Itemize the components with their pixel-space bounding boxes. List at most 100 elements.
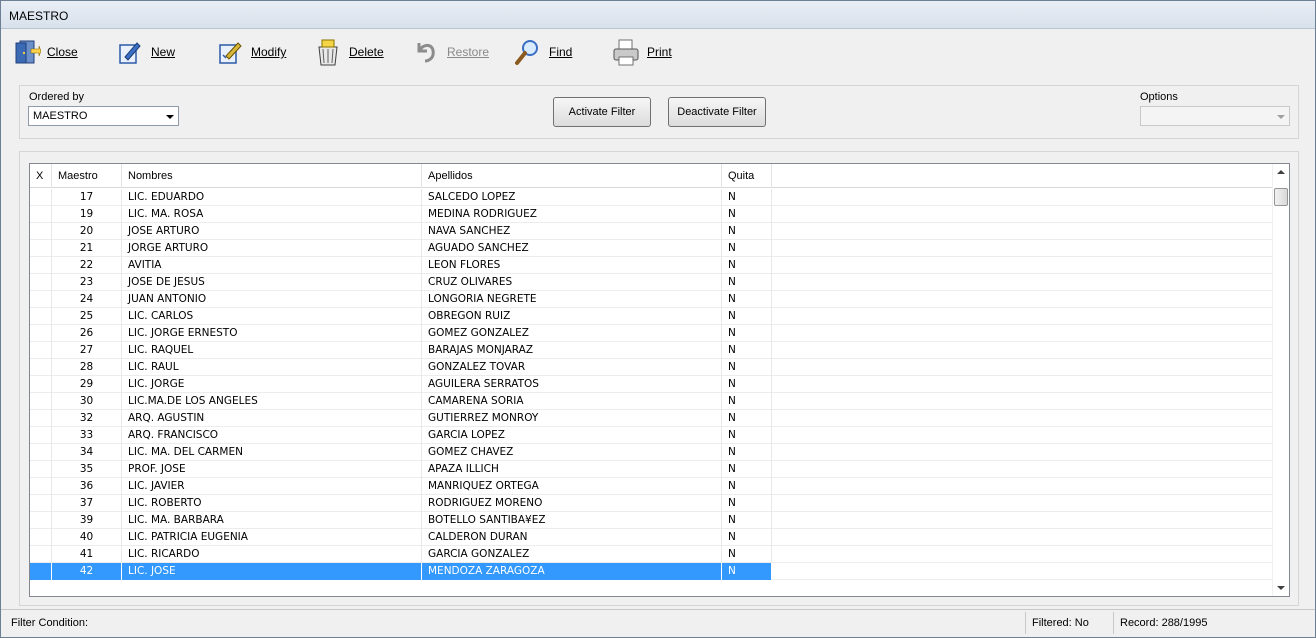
cell-apellidos[interactable]: CALDERON DURAN (422, 529, 722, 546)
cell-quita[interactable]: N (722, 308, 772, 325)
cell-maestro[interactable]: 32 (52, 410, 122, 427)
cell-quita[interactable]: N (722, 359, 772, 376)
cell-nombres[interactable]: LIC. JOSE (122, 563, 422, 580)
row-selector[interactable] (30, 444, 52, 461)
table-row[interactable]: 27 LIC. RAQUEL BARAJAS MONJARAZ N (30, 342, 1274, 359)
cell-apellidos[interactable]: GOMEZ CHAVEZ (422, 444, 722, 461)
column-header-quita[interactable]: Quita (722, 164, 772, 188)
row-selector[interactable] (30, 410, 52, 427)
row-selector[interactable] (30, 461, 52, 478)
table-row[interactable]: 32 ARQ. AGUSTIN GUTIERREZ MONROY N (30, 410, 1274, 427)
cell-quita[interactable]: N (722, 325, 772, 342)
cell-maestro[interactable]: 33 (52, 427, 122, 444)
ordered-by-select[interactable]: MAESTRO (28, 106, 179, 126)
cell-apellidos[interactable]: GARCIA GONZALEZ (422, 546, 722, 563)
cell-maestro[interactable]: 35 (52, 461, 122, 478)
row-selector[interactable] (30, 223, 52, 240)
row-selector[interactable] (30, 342, 52, 359)
table-row[interactable]: 17 LIC. EDUARDO SALCEDO LOPEZ N (30, 189, 1274, 206)
row-selector[interactable] (30, 325, 52, 342)
table-row[interactable]: 24 JUAN ANTONIO LONGORIA NEGRETE N (30, 291, 1274, 308)
cell-maestro[interactable]: 42 (52, 563, 122, 580)
row-selector[interactable] (30, 495, 52, 512)
cell-apellidos[interactable]: GARCIA LOPEZ (422, 427, 722, 444)
cell-quita[interactable]: N (722, 563, 772, 580)
cell-nombres[interactable]: LIC.MA.DE LOS ANGELES (122, 393, 422, 410)
scroll-down-arrow-icon[interactable] (1277, 586, 1285, 590)
cell-nombres[interactable]: LIC. MA. BARBARA (122, 512, 422, 529)
cell-quita[interactable]: N (722, 257, 772, 274)
table-row[interactable]: 33 ARQ. FRANCISCO GARCIA LOPEZ N (30, 427, 1274, 444)
cell-quita[interactable]: N (722, 427, 772, 444)
cell-nombres[interactable]: LIC. EDUARDO (122, 189, 422, 206)
cell-nombres[interactable]: LIC. PATRICIA EUGENIA (122, 529, 422, 546)
cell-apellidos[interactable]: SALCEDO LOPEZ (422, 189, 722, 206)
table-row[interactable]: 26 LIC. JORGE ERNESTO GOMEZ GONZALEZ N (30, 325, 1274, 342)
cell-quita[interactable]: N (722, 529, 772, 546)
table-row[interactable]: 40 LIC. PATRICIA EUGENIA CALDERON DURAN N (30, 529, 1274, 546)
cell-nombres[interactable]: LIC. RICARDO (122, 546, 422, 563)
cell-apellidos[interactable]: BOTELLO SANTIBA¥EZ (422, 512, 722, 529)
cell-maestro[interactable]: 28 (52, 359, 122, 376)
table-row[interactable]: 28 LIC. RAUL GONZALEZ TOVAR N (30, 359, 1274, 376)
cell-apellidos[interactable]: MEDINA RODRIGUEZ (422, 206, 722, 223)
cell-nombres[interactable]: LIC. JORGE (122, 376, 422, 393)
cell-maestro[interactable]: 29 (52, 376, 122, 393)
activate-filter-button[interactable]: Activate Filter (553, 97, 651, 127)
cell-maestro[interactable]: 34 (52, 444, 122, 461)
column-header-nombres[interactable]: Nombres (122, 164, 422, 188)
print-button[interactable]: Print (611, 36, 672, 68)
cell-apellidos[interactable]: MANRIQUEZ ORTEGA (422, 478, 722, 495)
cell-nombres[interactable]: ARQ. FRANCISCO (122, 427, 422, 444)
cell-apellidos[interactable]: OBREGON RUIZ (422, 308, 722, 325)
cell-maestro[interactable]: 41 (52, 546, 122, 563)
scroll-up-arrow-icon[interactable] (1277, 170, 1285, 174)
column-header-apellidos[interactable]: Apellidos (422, 164, 722, 188)
cell-quita[interactable]: N (722, 393, 772, 410)
cell-maestro[interactable]: 37 (52, 495, 122, 512)
cell-nombres[interactable]: LIC. MA. ROSA (122, 206, 422, 223)
cell-quita[interactable]: N (722, 444, 772, 461)
cell-maestro[interactable]: 25 (52, 308, 122, 325)
row-selector[interactable] (30, 274, 52, 291)
table-row[interactable]: 35 PROF. JOSE APAZA ILLICH N (30, 461, 1274, 478)
table-row[interactable]: 21 JORGE ARTURO AGUADO SANCHEZ N (30, 240, 1274, 257)
cell-quita[interactable]: N (722, 274, 772, 291)
table-row[interactable]: 34 LIC. MA. DEL CARMEN GOMEZ CHAVEZ N (30, 444, 1274, 461)
row-selector[interactable] (30, 206, 52, 223)
cell-apellidos[interactable]: AGUADO SANCHEZ (422, 240, 722, 257)
cell-quita[interactable]: N (722, 240, 772, 257)
title-bar[interactable]: MAESTRO (1, 1, 1315, 29)
cell-quita[interactable]: N (722, 206, 772, 223)
cell-apellidos[interactable]: MENDOZA ZARAGOZA (422, 563, 722, 580)
cell-nombres[interactable]: ARQ. AGUSTIN (122, 410, 422, 427)
row-selector[interactable] (30, 427, 52, 444)
row-selector[interactable] (30, 393, 52, 410)
table-row[interactable]: 23 JOSE DE JESUS CRUZ OLIVARES N (30, 274, 1274, 291)
cell-nombres[interactable]: LIC. JAVIER (122, 478, 422, 495)
cell-nombres[interactable]: JOSE DE JESUS (122, 274, 422, 291)
row-selector[interactable] (30, 189, 52, 206)
cell-maestro[interactable]: 21 (52, 240, 122, 257)
cell-quita[interactable]: N (722, 189, 772, 206)
close-button[interactable]: Close (11, 36, 78, 68)
cell-apellidos[interactable]: LONGORIA NEGRETE (422, 291, 722, 308)
cell-nombres[interactable]: LIC. JORGE ERNESTO (122, 325, 422, 342)
modify-button[interactable]: Modify (215, 36, 286, 68)
row-selector[interactable] (30, 240, 52, 257)
cell-quita[interactable]: N (722, 291, 772, 308)
table-row[interactable]: 36 LIC. JAVIER MANRIQUEZ ORTEGA N (30, 478, 1274, 495)
cell-maestro[interactable]: 22 (52, 257, 122, 274)
cell-maestro[interactable]: 26 (52, 325, 122, 342)
data-grid[interactable]: X Maestro Nombres Apellidos Quita 17 LIC.… (29, 163, 1290, 597)
row-selector[interactable] (30, 257, 52, 274)
cell-maestro[interactable]: 27 (52, 342, 122, 359)
cell-maestro[interactable]: 20 (52, 223, 122, 240)
table-row[interactable]: 42 LIC. JOSE MENDOZA ZARAGOZA N (30, 563, 1274, 580)
cell-maestro[interactable]: 17 (52, 189, 122, 206)
table-row[interactable]: 22 AVITIA LEON FLORES N (30, 257, 1274, 274)
cell-nombres[interactable]: LIC. MA. DEL CARMEN (122, 444, 422, 461)
cell-apellidos[interactable]: GUTIERREZ MONROY (422, 410, 722, 427)
options-select[interactable] (1140, 106, 1290, 126)
cell-apellidos[interactable]: GONZALEZ TOVAR (422, 359, 722, 376)
